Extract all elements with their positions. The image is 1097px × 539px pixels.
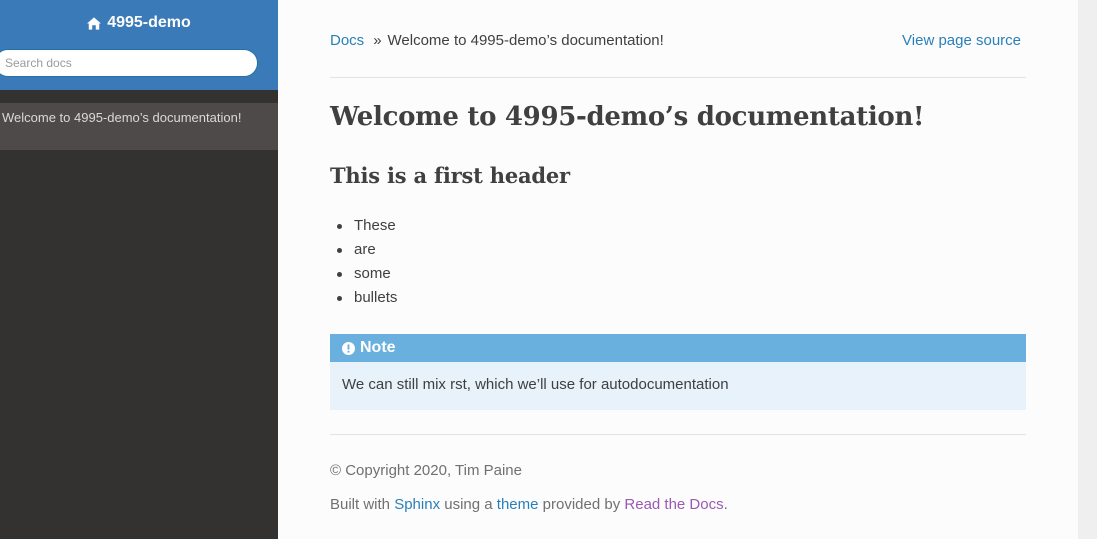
built-provided: provided by [538,496,625,513]
bullet-list: These are some bullets [330,214,1026,310]
breadcrumb-current: Welcome to 4995-demo’s documentation! [387,31,664,49]
docs-page: 4995-demo Welcome to 4995-demo’s documen… [0,0,1097,539]
built-period: . [723,496,728,513]
read-the-docs-link[interactable]: Read the Docs [624,496,723,513]
main-content: Docs » Welcome to 4995-demo’s documentat… [278,0,1078,539]
divider-top [330,77,1026,78]
sidebar-item-welcome[interactable]: Welcome to 4995-demo’s documentation! [0,103,278,150]
page-title: Welcome to 4995-demo’s documentation! [330,102,925,132]
brand-link[interactable]: 4995-demo [87,12,191,34]
sidebar-nav: Welcome to 4995-demo’s documentation! [0,103,278,150]
breadcrumb-docs-link[interactable]: Docs [330,32,364,49]
built-using: using a [440,496,497,513]
search-input[interactable] [0,48,258,77]
note-admonition: Note We can still mix rst, which we’ll u… [330,334,1026,410]
exclamation-circle-icon [342,341,355,355]
view-source-link[interactable]: View page source [902,32,1026,49]
note-body: We can still mix rst, which we’ll use fo… [342,376,729,393]
right-gutter [1078,0,1097,539]
built-prefix: Built with [330,496,395,513]
list-item: are [330,238,1026,262]
copyright-text: © Copyright 2020, Tim Paine [330,462,522,479]
list-item: some [330,262,1026,286]
list-item: bullets [330,286,1026,310]
sphinx-link[interactable]: Sphinx [394,496,440,513]
theme-link[interactable]: theme [497,496,539,513]
built-with-text: Built with Sphinx using a theme provided… [330,496,1026,513]
section-header: This is a first header [330,163,570,188]
note-title: Note [360,339,396,356]
breadcrumb: Docs » Welcome to 4995-demo’s documentat… [330,30,1026,50]
divider-bottom [330,434,1026,435]
breadcrumb-separator: » [373,31,382,49]
sidebar: 4995-demo Welcome to 4995-demo’s documen… [0,0,278,539]
note-header: Note [330,334,1026,362]
list-item: These [330,214,1026,238]
brand-name: 4995-demo [107,14,191,31]
search-wrapper [0,48,278,77]
sidebar-item-label: Welcome to 4995-demo’s documentation! [2,110,242,125]
sidebar-header: 4995-demo [0,0,278,90]
home-icon [87,16,102,30]
